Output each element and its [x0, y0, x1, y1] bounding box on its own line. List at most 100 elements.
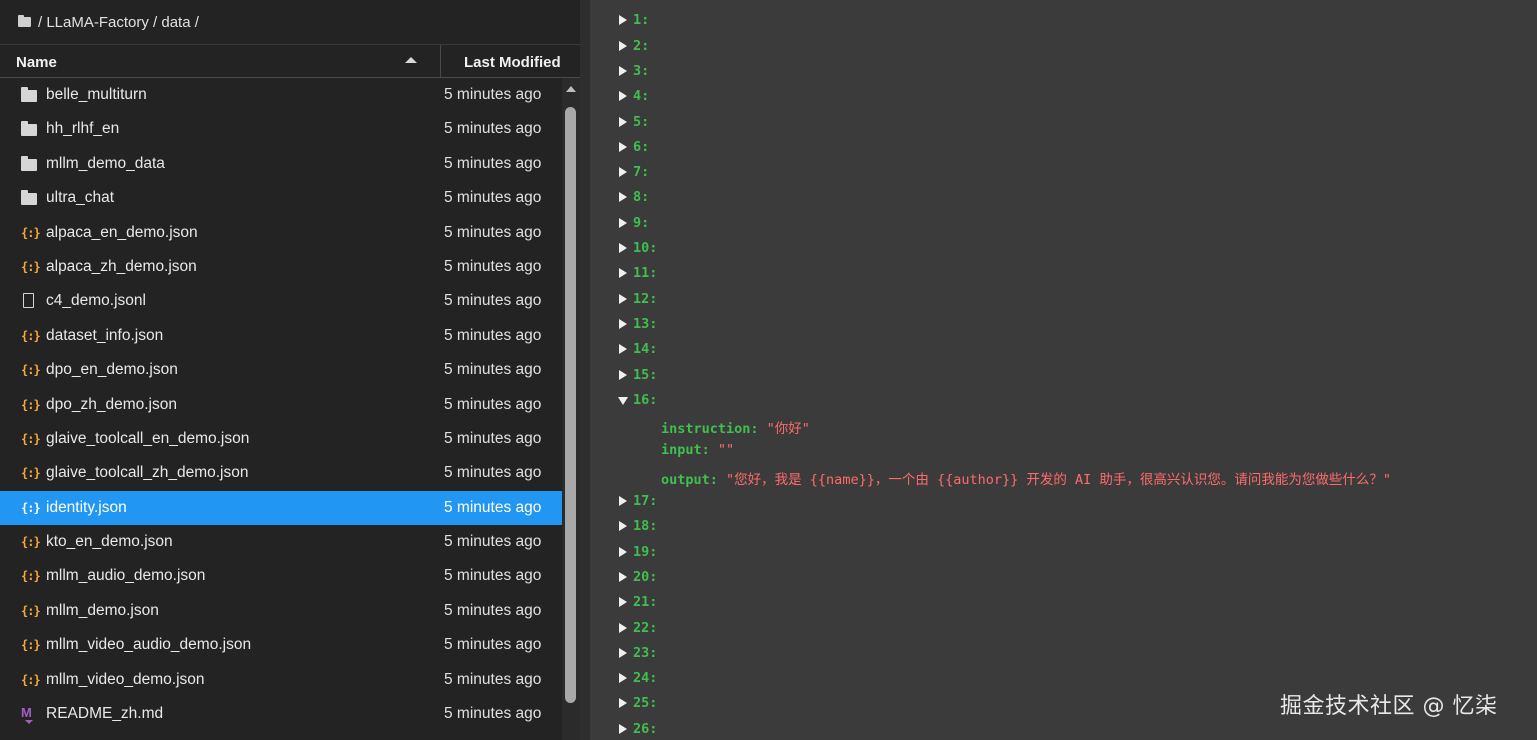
folder-icon[interactable]	[18, 15, 31, 27]
json-node-collapsed[interactable]: 14:	[619, 341, 657, 366]
scroll-up-arrow-icon[interactable]	[566, 86, 576, 92]
scrollbar-thumb[interactable]	[565, 107, 576, 703]
file-row[interactable]: {:} dataset_info.json 5 minutes ago	[0, 319, 562, 353]
expand-arrow-icon[interactable]	[619, 167, 627, 178]
expand-arrow-icon[interactable]	[619, 65, 627, 76]
json-node-collapsed[interactable]: 20:	[619, 569, 657, 594]
column-resize-handle[interactable]	[440, 45, 441, 77]
json-node-collapsed[interactable]: 12:	[619, 291, 657, 316]
expand-arrow-icon[interactable]	[619, 344, 627, 355]
expand-arrow-icon[interactable]	[619, 597, 627, 608]
folder-icon	[21, 87, 37, 103]
json-colon: :	[649, 493, 658, 509]
file-row[interactable]: {:} identity.json 5 minutes ago	[0, 490, 562, 526]
expand-arrow-icon[interactable]	[619, 91, 627, 102]
expand-arrow-icon[interactable]	[619, 318, 627, 329]
json-node-collapsed[interactable]: 5:	[619, 114, 649, 139]
expand-arrow-icon[interactable]	[619, 15, 627, 26]
expand-arrow-icon[interactable]	[619, 521, 627, 532]
json-key: 0	[633, 0, 641, 3]
json-node-collapsed[interactable]: 21:	[619, 594, 657, 619]
json-node-collapsed[interactable]: 15:	[619, 366, 658, 392]
file-modified: 5 minutes ago	[444, 498, 542, 516]
expand-arrow-icon[interactable]	[619, 571, 627, 582]
expand-arrow-icon[interactable]	[619, 496, 627, 506]
file-row[interactable]: c4_demo.jsonl 5 minutes ago	[0, 284, 562, 318]
json-node-collapsed[interactable]: 9:	[619, 215, 649, 240]
expand-arrow-icon[interactable]	[619, 141, 627, 152]
file-list-scrollbar[interactable]	[562, 78, 580, 740]
json-node-collapsed[interactable]: 7:	[619, 164, 649, 189]
json-node-collapsed[interactable]: 0:	[628, 0, 649, 12]
file-row[interactable]: M README_zh.md 5 minutes ago	[0, 697, 562, 731]
json-key: 16	[633, 391, 650, 408]
sort-ascending-icon[interactable]	[405, 57, 417, 63]
json-node-collapsed[interactable]: 10:	[619, 240, 657, 265]
file-list-header: Name Last Modified	[0, 44, 580, 78]
json-colon: :	[649, 366, 658, 383]
file-row[interactable]: belle_multiturn 5 minutes ago	[0, 78, 562, 112]
file-row[interactable]: {:} kto_en_demo.json 5 minutes ago	[0, 525, 562, 559]
expand-arrow-icon[interactable]	[619, 192, 627, 203]
file-row[interactable]: {:} glaive_toolcall_en_demo.json 5 minutes…	[0, 422, 562, 456]
json-node-expanded[interactable]: 16:	[618, 391, 657, 417]
file-row[interactable]: {:} dpo_en_demo.json 5 minutes ago	[0, 353, 562, 387]
expand-arrow-icon[interactable]	[619, 293, 627, 304]
json-node-collapsed[interactable]: 13:	[619, 316, 657, 341]
expand-arrow-icon[interactable]	[619, 116, 627, 127]
expand-arrow-icon[interactable]	[619, 243, 627, 253]
file-modified: 5 minutes ago	[444, 292, 542, 310]
expand-arrow-icon[interactable]	[619, 369, 627, 380]
expand-arrow-icon[interactable]	[619, 546, 627, 557]
json-node-collapsed[interactable]: 24:	[619, 670, 657, 695]
json-node-collapsed[interactable]: 19:	[619, 543, 658, 569]
file-row[interactable]: {:} mllm_video_audio_demo.json 5 minutes a…	[0, 628, 562, 662]
json-file-icon: {:}	[21, 397, 41, 412]
file-row[interactable]: {:} glaive_toolcall_zh_demo.json 5 minutes…	[0, 456, 562, 490]
json-node-collapsed[interactable]: 3:	[619, 63, 649, 88]
file-row[interactable]: {:} dpo_zh_demo.json 5 minutes ago	[0, 388, 562, 422]
json-node-collapsed[interactable]: 2:	[619, 38, 649, 63]
json-node-collapsed[interactable]: 26:	[619, 721, 657, 740]
file-row[interactable]: ultra_chat 5 minutes ago	[0, 181, 562, 215]
json-node-collapsed[interactable]: 17:	[619, 493, 658, 518]
json-node-collapsed[interactable]: 6:	[619, 138, 650, 164]
file-row[interactable]: {:} mllm_audio_demo.json 5 minutes ago	[0, 559, 562, 593]
expand-arrow-icon[interactable]	[619, 40, 627, 51]
folder-icon	[21, 121, 37, 137]
expand-arrow-icon[interactable]	[619, 723, 627, 734]
json-colon: :	[649, 543, 658, 560]
panel-splitter[interactable]	[580, 0, 590, 740]
file-row[interactable]: {:} alpaca_zh_demo.json 5 minutes ago	[0, 250, 562, 284]
breadcrumb[interactable]: / LLaMA-Factory / data /	[18, 11, 199, 33]
collapse-arrow-icon[interactable]	[618, 396, 628, 405]
file-modified: 5 minutes ago	[444, 223, 542, 241]
file-row[interactable]: {:} mllm_video_demo.json 5 minutes ago	[0, 663, 562, 697]
json-node-collapsed[interactable]: 1:	[619, 12, 649, 37]
file-row[interactable]: {:} mllm_demo.json 5 minutes ago	[0, 594, 562, 628]
expand-arrow-icon[interactable]	[619, 647, 627, 658]
expand-arrow-icon[interactable]	[619, 673, 627, 684]
json-node-collapsed[interactable]: 22:	[619, 620, 657, 645]
json-node-collapsed[interactable]: 8:	[619, 189, 650, 214]
expand-arrow-icon[interactable]	[619, 622, 627, 633]
file-row[interactable]: {:} alpaca_en_demo.json 5 minutes ago	[0, 216, 562, 250]
json-node-collapsed[interactable]: 4:	[619, 88, 649, 113]
json-node-collapsed[interactable]: 23:	[619, 645, 657, 670]
json-node-collapsed[interactable]: 18:	[619, 518, 657, 543]
file-row[interactable]: mllm_demo_data 5 minutes ago	[0, 147, 562, 181]
folder-icon	[21, 190, 37, 206]
column-header-last-modified[interactable]: Last Modified	[464, 54, 561, 71]
column-header-name[interactable]: Name	[16, 54, 57, 71]
json-colon: :	[641, 138, 650, 155]
expand-arrow-icon[interactable]	[619, 217, 627, 228]
json-node-collapsed[interactable]: 25:	[619, 695, 657, 720]
expand-arrow-icon[interactable]	[619, 698, 627, 709]
breadcrumb-path[interactable]: / LLaMA-Factory / data /	[38, 14, 199, 31]
json-colon: :	[709, 471, 727, 488]
file-modified: 5 minutes ago	[444, 464, 542, 482]
json-colon: :	[641, 189, 650, 206]
file-row[interactable]: hh_rlhf_en 5 minutes ago	[0, 112, 562, 146]
json-node-collapsed[interactable]: 11:	[619, 265, 657, 290]
expand-arrow-icon[interactable]	[619, 268, 627, 279]
